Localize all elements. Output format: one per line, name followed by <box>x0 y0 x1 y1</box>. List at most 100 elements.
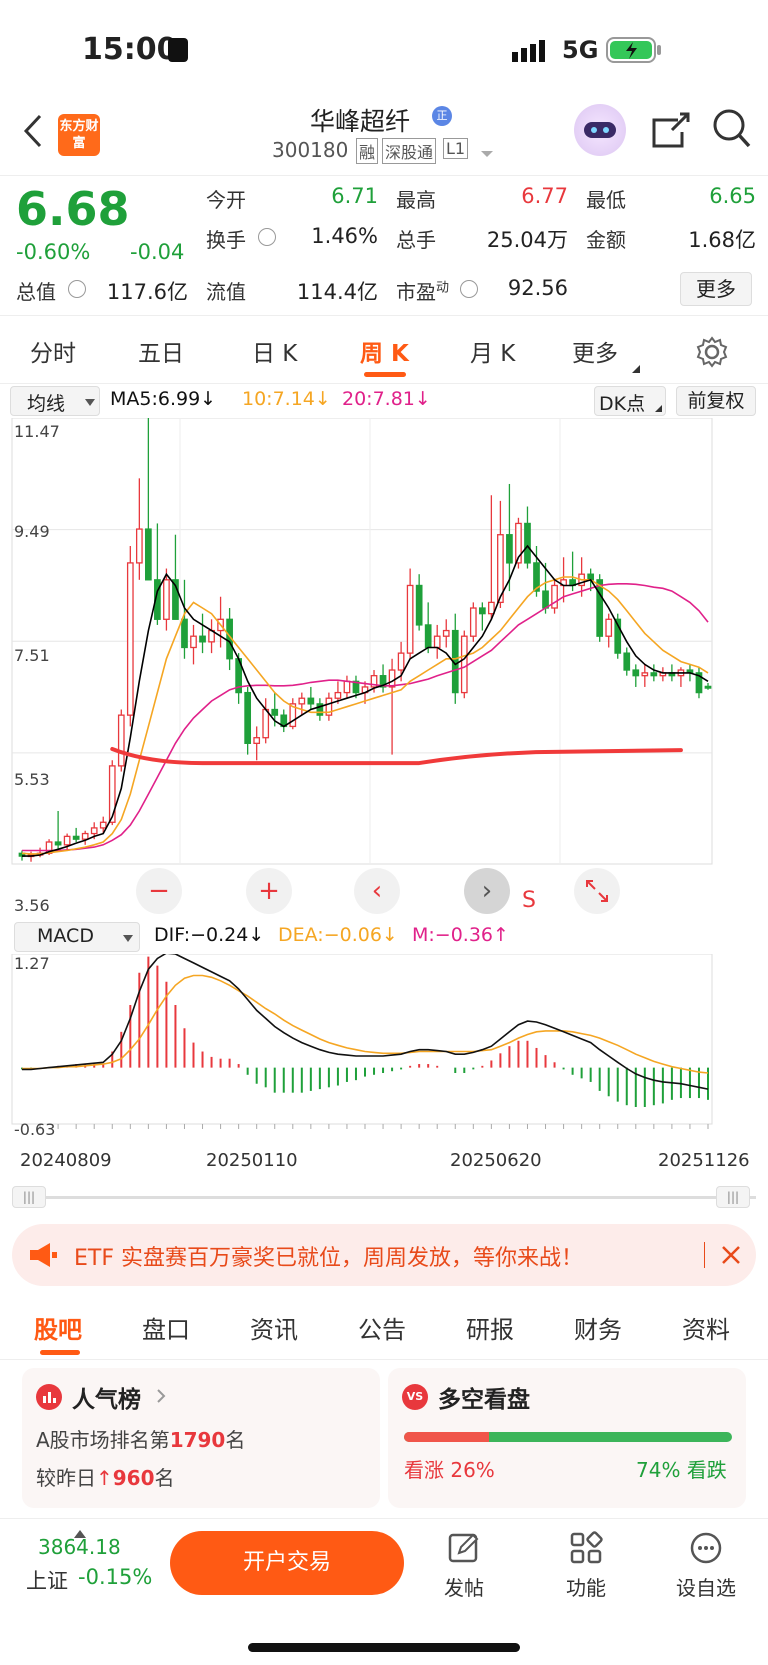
tab-five-day[interactable]: 五日 <box>138 334 184 368</box>
close-icon[interactable] <box>718 1242 744 1272</box>
post-button[interactable]: 发帖 <box>424 1531 504 1601</box>
scroll-right-button[interactable]: › <box>464 868 510 914</box>
candle-body <box>478 607 486 615</box>
candle-body <box>271 708 279 716</box>
pe-value: 92.56 <box>507 276 568 300</box>
watchlist-label: 设自选 <box>676 1576 736 1600</box>
candle-body <box>506 534 513 564</box>
candle-body <box>388 669 396 688</box>
turnover-label: 换手 <box>206 228 246 252</box>
index-value[interactable]: 3864.18 <box>38 1535 121 1559</box>
low-label: 最低 <box>586 188 626 212</box>
ma5-legend: MA5:6.99↓ <box>110 388 217 410</box>
pe-info-icon[interactable] <box>460 280 478 298</box>
function-button[interactable]: 功能 <box>546 1531 626 1601</box>
macd-chart[interactable] <box>0 954 768 1144</box>
candle-body <box>641 672 649 677</box>
candle-body <box>596 579 604 637</box>
index-change[interactable]: -0.15% <box>78 1565 152 1589</box>
mktcap-value: 117.6亿 <box>106 280 188 304</box>
sentiment-card[interactable]: VS 多空看盘 看涨 26% 74% 看跌 <box>388 1368 746 1508</box>
popularity-card[interactable]: 人气榜 A股市场排名第1790名 较昨日↑960名 <box>22 1368 380 1508</box>
dea-legend: DEA:−0.06↓ <box>278 924 398 946</box>
function-label: 功能 <box>566 1576 606 1600</box>
open-value: 6.71 <box>331 184 378 208</box>
change-percent: -0.60% <box>16 240 91 264</box>
back-icon[interactable] <box>22 114 44 152</box>
candle-body <box>253 737 261 744</box>
verified-icon: 正 <box>432 106 452 126</box>
candle-body <box>163 579 170 620</box>
x-label-4: 20251126 <box>658 1150 750 1171</box>
zoom-in-button[interactable]: + <box>246 868 292 914</box>
candle-body <box>343 680 351 694</box>
stock-header: 东方财富 华峰超纤 正 300180 融 深股通 L1 <box>0 100 768 176</box>
chevron-right-icon <box>156 1388 166 1408</box>
candle-body <box>81 832 89 840</box>
settings-icon[interactable] <box>696 336 728 372</box>
zoom-out-button[interactable]: − <box>136 868 182 914</box>
candle-body <box>415 584 423 626</box>
tab-monthly-k[interactable]: 月 K <box>470 334 515 368</box>
robot-avatar-icon[interactable] <box>574 104 626 156</box>
tab-research[interactable]: 研报 <box>466 1310 514 1345</box>
x-label-3: 20250620 <box>450 1150 542 1171</box>
candle-body <box>63 835 71 846</box>
range-handle-left[interactable]: ||| <box>12 1186 46 1208</box>
tab-daily-k[interactable]: 日 K <box>252 334 297 368</box>
volume-label: 总手 <box>396 228 436 252</box>
search-icon[interactable] <box>712 108 752 154</box>
tab-intraday[interactable]: 分时 <box>30 334 76 368</box>
change-amount: -0.04 <box>130 240 185 264</box>
adjust-button[interactable]: 前复权 <box>676 386 756 416</box>
volume-value: 25.04万 <box>486 228 568 252</box>
kline-chart[interactable] <box>0 418 768 918</box>
tab-finance[interactable]: 财务 <box>574 1310 622 1345</box>
fullscreen-button[interactable] <box>574 868 620 914</box>
ma10-line <box>21 576 709 855</box>
high-label: 最高 <box>396 188 436 212</box>
tab-forum[interactable]: 股吧 <box>34 1310 82 1345</box>
trade-button[interactable]: 开户交易 <box>170 1531 404 1595</box>
active-tab-indicator <box>364 372 406 377</box>
ytick-1: 11.47 <box>14 422 60 441</box>
high-value: 6.77 <box>521 184 568 208</box>
candle-body <box>90 827 98 835</box>
ma-selector[interactable]: 均线 <box>10 386 100 416</box>
candle-body <box>442 629 450 637</box>
range-handle-right[interactable]: ||| <box>716 1186 750 1208</box>
tab-weekly-k[interactable]: 周 K <box>360 334 409 368</box>
range-slider[interactable]: ||| ||| <box>12 1186 756 1208</box>
tab-news[interactable]: 资讯 <box>250 1310 298 1345</box>
tab-more[interactable]: 更多 <box>572 334 618 368</box>
indicator-selector[interactable]: MACD <box>14 922 140 952</box>
m-legend: M:−0.36↑ <box>412 924 509 946</box>
turnover-info-icon[interactable] <box>258 228 276 246</box>
watchlist-button[interactable]: 设自选 <box>666 1531 746 1601</box>
macd-ytick-bottom: -0.63 <box>14 1120 56 1139</box>
ma20-legend: 20:7.81↓ <box>342 388 431 410</box>
promo-banner[interactable]: ETF 实盘赛百万豪奖已就位，周周发放，等你来战！ <box>12 1224 756 1286</box>
dk-button[interactable]: DK点 <box>594 386 666 416</box>
dropdown-icon[interactable] <box>480 144 494 163</box>
index-name[interactable]: 上证 <box>26 1565 68 1595</box>
network-label: 5G <box>562 36 599 64</box>
candle-body <box>72 835 80 840</box>
share-icon[interactable] <box>650 110 690 154</box>
macd-legend-bar: MACD DIF:−0.24↓ DEA:−0.06↓ M:−0.36↑ <box>0 920 768 954</box>
x-label-1: 20240809 <box>20 1150 112 1171</box>
turnover-value: 1.46% <box>311 224 378 248</box>
bear-text: 74% 看跌 <box>636 1458 727 1482</box>
info-icon[interactable] <box>68 280 86 298</box>
candle-body <box>397 652 405 671</box>
signal-icon <box>512 40 552 66</box>
scroll-left-button[interactable]: ‹ <box>354 868 400 914</box>
tab-profile[interactable]: 资料 <box>682 1310 730 1345</box>
rank-change: 较昨日↑960名 <box>36 1466 175 1490</box>
more-button[interactable]: 更多 <box>680 272 752 306</box>
tab-announcements[interactable]: 公告 <box>358 1310 406 1345</box>
screen-record-icon <box>168 38 188 62</box>
bull-fill <box>404 1432 490 1442</box>
tab-orderbook[interactable]: 盘口 <box>142 1310 190 1345</box>
popularity-icon <box>36 1384 62 1410</box>
